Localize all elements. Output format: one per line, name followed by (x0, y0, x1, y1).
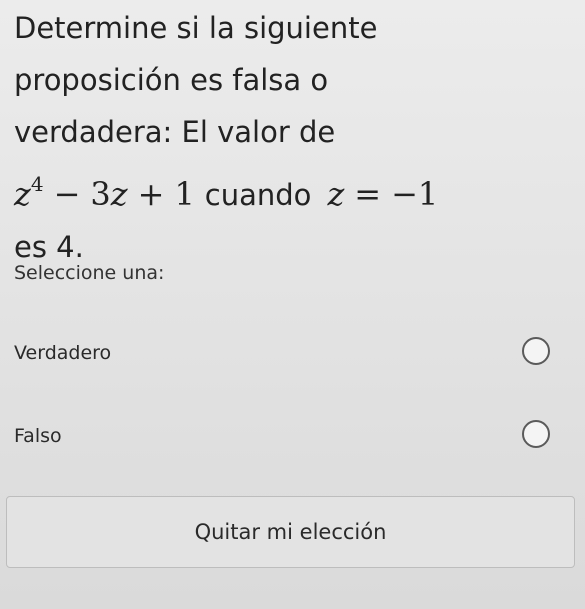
condition-variable: z (327, 175, 345, 213)
expr-base: z (14, 175, 31, 213)
condition-expression: z = −1 (327, 175, 438, 213)
select-prompt: Seleccione una: (14, 262, 165, 284)
condition-value: −1 (391, 175, 439, 213)
option-label-verdadero: Verdadero (14, 342, 112, 364)
expr-minus: − (53, 175, 81, 213)
question-line-3: verdadera: El valor de (14, 115, 336, 149)
option-falso[interactable]: Falso (0, 417, 585, 457)
clear-choice-button[interactable]: Quitar mi elección (6, 496, 575, 568)
when-word: cuando (204, 178, 312, 212)
expr-coefficient: 3 (90, 175, 111, 213)
radio-falso[interactable] (522, 420, 550, 448)
question-line-1: Determine si la siguiente (14, 11, 378, 45)
polynomial-expression: z4−3z +1 (14, 172, 195, 213)
option-label-falso: Falso (14, 425, 62, 447)
expr-constant: 1 (174, 175, 195, 213)
expr-plus: + (137, 175, 165, 213)
expr-exponent: 4 (30, 172, 44, 196)
question-line-2: proposición es falsa o (14, 63, 329, 97)
question-line-4: z4−3z +1 cuando z = −1 (14, 158, 574, 221)
radio-verdadero[interactable] (522, 337, 550, 365)
expr-variable: z (110, 175, 128, 213)
option-verdadero[interactable]: Verdadero (0, 334, 585, 374)
condition-equals: = (354, 175, 382, 213)
question-text: Determine si la siguiente proposición es… (14, 2, 574, 273)
